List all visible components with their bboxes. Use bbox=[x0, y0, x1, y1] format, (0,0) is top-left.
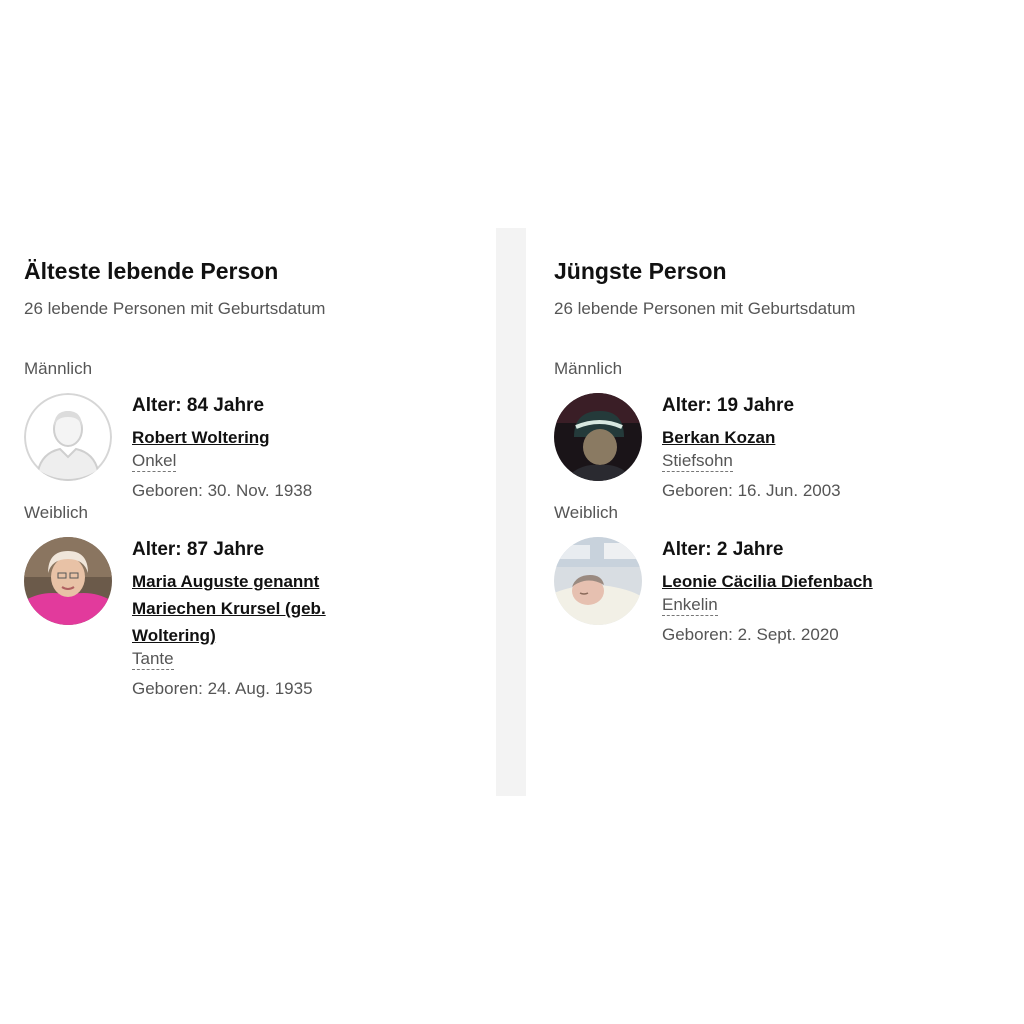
panel-title: Älteste lebende Person bbox=[24, 258, 279, 284]
column-divider bbox=[496, 228, 526, 796]
birth-date: Geboren: 2. Sept. 2020 bbox=[662, 625, 839, 644]
age-label: Alter: 19 Jahre bbox=[662, 395, 795, 416]
section-label-male: Männlich bbox=[554, 359, 623, 378]
person-info: Alter: 87 Jahre Maria Auguste genannt Ma… bbox=[132, 537, 464, 699]
person-info: Alter: 19 Jahre Berkan Kozan Stiefsohn G… bbox=[662, 393, 994, 501]
photo-boy-icon bbox=[554, 393, 642, 481]
birth-date: Geboren: 16. Jun. 2003 bbox=[662, 481, 841, 500]
person-info: Alter: 84 Jahre Robert Woltering Onkel G… bbox=[132, 393, 464, 501]
photo-woman-icon bbox=[24, 537, 112, 625]
section-label-male: Männlich bbox=[24, 359, 93, 378]
section-label-female: Weiblich bbox=[554, 503, 618, 522]
default-person-silhouette-icon bbox=[24, 393, 112, 481]
panel-title: Jüngste Person bbox=[554, 258, 727, 284]
avatar[interactable] bbox=[554, 537, 642, 625]
person-card-youngest-female: Alter: 2 Jahre Leonie Cäcilia Diefenbach… bbox=[554, 537, 994, 647]
person-name-link[interactable]: Berkan Kozan bbox=[662, 424, 775, 451]
avatar[interactable] bbox=[24, 537, 112, 625]
youngest-person-panel: Jüngste Person 26 lebende Personen mit G… bbox=[554, 228, 994, 647]
person-card-oldest-female: Alter: 87 Jahre Maria Auguste genannt Ma… bbox=[24, 537, 464, 699]
age-label: Alter: 2 Jahre bbox=[662, 539, 784, 560]
avatar[interactable] bbox=[554, 393, 642, 481]
age-label: Alter: 87 Jahre bbox=[132, 539, 265, 560]
birth-date: Geboren: 24. Aug. 1935 bbox=[132, 679, 313, 698]
avatar[interactable] bbox=[24, 393, 112, 481]
relation-link[interactable]: Stiefsohn bbox=[662, 451, 733, 472]
person-card-oldest-male: Alter: 84 Jahre Robert Woltering Onkel G… bbox=[24, 393, 464, 503]
section-label-female: Weiblich bbox=[24, 503, 88, 522]
oldest-person-panel: Älteste lebende Person 26 lebende Person… bbox=[24, 228, 464, 699]
panel-subtitle: 26 lebende Personen mit Geburtsdatum bbox=[554, 299, 856, 318]
person-name-link[interactable]: Robert Woltering bbox=[132, 424, 270, 451]
relation-link[interactable]: Enkelin bbox=[662, 595, 718, 616]
person-card-youngest-male: Alter: 19 Jahre Berkan Kozan Stiefsohn G… bbox=[554, 393, 994, 503]
person-name-link[interactable]: Leonie Cäcilia Diefenbach bbox=[662, 568, 873, 595]
panel-subtitle: 26 lebende Personen mit Geburtsdatum bbox=[24, 299, 326, 318]
photo-baby-icon bbox=[554, 537, 642, 625]
relation-link[interactable]: Tante bbox=[132, 649, 174, 670]
age-label: Alter: 84 Jahre bbox=[132, 395, 265, 416]
person-name-link[interactable]: Maria Auguste genannt Mariechen Krursel … bbox=[132, 568, 362, 649]
person-info: Alter: 2 Jahre Leonie Cäcilia Diefenbach… bbox=[662, 537, 994, 645]
relation-link[interactable]: Onkel bbox=[132, 451, 177, 472]
birth-date: Geboren: 30. Nov. 1938 bbox=[132, 481, 313, 500]
